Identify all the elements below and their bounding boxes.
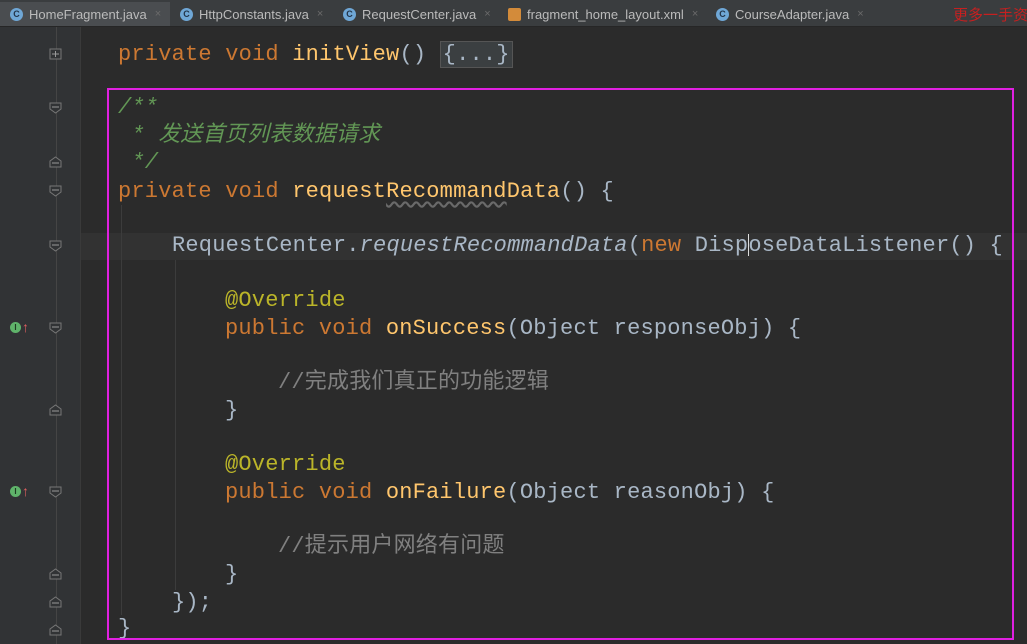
method-name: request	[292, 179, 387, 204]
code-line-onfailure[interactable]: public void onFailure(Object reasonObj) …	[225, 479, 775, 506]
keyword: private void	[118, 42, 293, 67]
type-name: oseDataListener() {	[748, 233, 1003, 258]
line-comment: //完成我们真正的功能逻辑	[278, 370, 550, 395]
fold-expand-icon[interactable]	[49, 48, 62, 60]
code-text: (Object responseObj) {	[506, 316, 802, 341]
tab-label: fragment_home_layout.xml	[527, 6, 684, 22]
class-icon: C	[343, 7, 356, 21]
interface-icon: I	[10, 485, 21, 497]
method-name: onSuccess	[385, 316, 507, 341]
tab-label: RequestCenter.java	[362, 6, 477, 22]
fold-end-icon[interactable]	[49, 624, 62, 636]
fold-collapse-icon[interactable]	[49, 102, 62, 114]
implements-method-marker[interactable]: I ↑	[10, 483, 29, 499]
editor-gutter	[0, 27, 81, 644]
tab-homefragment[interactable]: C HomeFragment.java ×	[0, 2, 170, 26]
code-text: () {	[560, 179, 614, 204]
tab-label: CourseAdapter.java	[735, 6, 850, 22]
interface-icon: I	[10, 321, 21, 333]
close-icon[interactable]: ×	[484, 8, 490, 20]
indent-guide	[121, 205, 122, 615]
annotation: @Override	[225, 288, 346, 313]
fold-collapse-icon[interactable]	[49, 486, 62, 498]
class-icon: C	[716, 7, 729, 21]
xml-icon	[508, 7, 521, 21]
line-comment: //提示用户网络有问题	[278, 534, 505, 559]
closing-brace: }	[225, 562, 239, 587]
annotation: @Override	[225, 452, 346, 477]
code-text: (Object reasonObj) {	[506, 480, 775, 505]
doc-comment: /**	[118, 95, 159, 120]
indent-guide	[175, 260, 176, 590]
tab-label: HomeFragment.java	[29, 6, 147, 22]
closing-brace: });	[172, 590, 213, 615]
code-text: (	[627, 233, 642, 258]
arrow-up-icon: ↑	[22, 483, 29, 499]
fold-end-icon[interactable]	[49, 568, 62, 580]
close-icon[interactable]: ×	[155, 8, 161, 20]
type-name: Disp	[694, 233, 749, 258]
keyword: new	[641, 233, 695, 258]
static-method-call: requestRecommandData	[359, 233, 628, 258]
tab-courseadapter[interactable]: C CourseAdapter.java ×	[706, 2, 872, 26]
class-icon: C	[180, 7, 193, 21]
class-icon: C	[10, 7, 23, 21]
highlight-box	[107, 88, 1014, 640]
code-text: ()	[399, 42, 440, 67]
code-line-onsuccess[interactable]: public void onSuccess(Object responseObj…	[225, 315, 801, 342]
method-name: initView	[292, 42, 400, 67]
gutter-divider	[56, 27, 57, 644]
tab-httpconstants[interactable]: C HttpConstants.java ×	[170, 2, 333, 26]
doc-comment: * 发送首页列表数据请求	[118, 123, 381, 148]
class-name: RequestCenter.	[172, 233, 360, 258]
code-line-initview[interactable]: private void initView() {...}	[118, 41, 513, 68]
keyword: private void	[118, 179, 293, 204]
close-icon[interactable]: ×	[857, 8, 863, 20]
fold-end-icon[interactable]	[49, 596, 62, 608]
editor-tab-bar: C HomeFragment.java × C HttpConstants.ja…	[0, 0, 1027, 27]
tab-fragment-home-layout[interactable]: fragment_home_layout.xml ×	[498, 2, 706, 26]
close-icon[interactable]: ×	[692, 8, 698, 20]
code-line-method-declaration[interactable]: private void requestRecommandData() {	[118, 178, 614, 205]
doc-comment: */	[118, 150, 159, 175]
implements-method-marker[interactable]: I ↑	[10, 319, 29, 335]
keyword: public void	[225, 480, 386, 505]
method-name: onFailure	[385, 480, 507, 505]
arrow-up-icon: ↑	[22, 319, 29, 335]
watermark: 更多一手资	[953, 6, 1027, 24]
fold-end-icon[interactable]	[49, 156, 62, 168]
fold-collapse-icon[interactable]	[49, 185, 62, 197]
closing-brace: }	[225, 398, 239, 423]
fold-collapse-icon[interactable]	[49, 240, 62, 252]
fold-end-icon[interactable]	[49, 404, 62, 416]
typo-warning: Recommand	[386, 179, 507, 204]
code-line-request-call[interactable]: RequestCenter.requestRecommandData(new D…	[172, 232, 1003, 259]
tab-label: HttpConstants.java	[199, 6, 309, 22]
folded-code-block[interactable]: {...}	[439, 41, 513, 68]
close-icon[interactable]: ×	[317, 8, 323, 20]
method-name: Data	[506, 179, 561, 204]
closing-brace: }	[118, 616, 132, 641]
tab-requestcenter[interactable]: C RequestCenter.java ×	[333, 2, 498, 26]
fold-collapse-icon[interactable]	[49, 322, 62, 334]
keyword: public void	[225, 316, 386, 341]
